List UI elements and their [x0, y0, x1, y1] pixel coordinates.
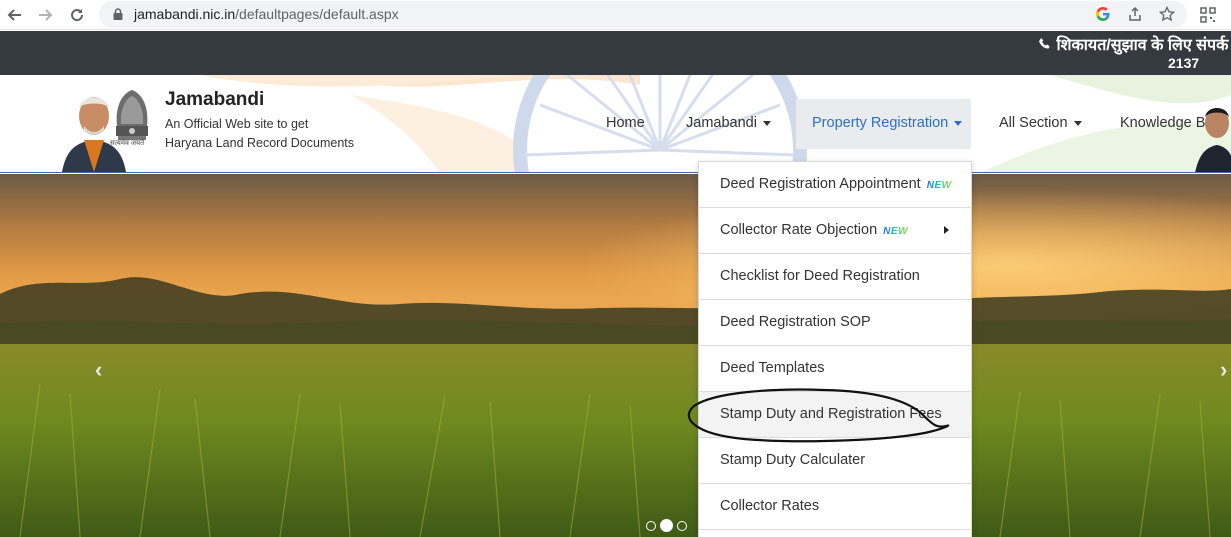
subtitle-line-2: Haryana Land Record Documents: [165, 136, 354, 150]
caret-down-icon: [954, 120, 963, 126]
official-photo: [1195, 108, 1231, 172]
url-text[interactable]: jamabandi.nic.in/defaultpages/default.as…: [134, 6, 399, 22]
hero-carousel: ‹ ›: [0, 174, 1231, 537]
caret-down-icon: [1073, 120, 1082, 126]
emblem-motto: सत्यमेव जयते: [110, 140, 145, 147]
qr-icon[interactable]: [1197, 4, 1219, 26]
new-badge: NEW: [883, 226, 909, 237]
dropdown-item-deed-registration-appointment[interactable]: Deed Registration Appointment NEW: [699, 162, 971, 208]
new-badge: NEW: [926, 180, 952, 191]
contact-number: 2137: [1168, 55, 1200, 71]
complaint-text: शिकायत/सुझाव के लिए संपर्क: [1056, 37, 1229, 54]
site-header: सत्यमेव जयते Jamabandi An Official Web s…: [0, 75, 1231, 173]
dropdown-item-stamp-duty-calculater[interactable]: Stamp Duty Calculater: [699, 438, 971, 484]
dropdown-item-collector-rate-objection[interactable]: Collector Rate Objection NEW: [699, 208, 971, 254]
carousel-next-icon[interactable]: ›: [1220, 357, 1227, 383]
dropdown-item-label: Deed Registration Appointment NEW: [720, 176, 952, 192]
forward-icon[interactable]: [33, 3, 57, 27]
carousel-dot-1[interactable]: [646, 520, 656, 531]
carousel-indicators: [646, 519, 687, 532]
dropdown-item-deed-templates[interactable]: Deed Templates: [699, 346, 971, 392]
caret-right-icon: [944, 226, 949, 234]
url-domain: jamabandi.nic.in: [134, 6, 236, 22]
site-title[interactable]: Jamabandi: [165, 89, 264, 111]
dropdown-item-checklist[interactable]: Checklist for Deed Registration: [699, 254, 971, 300]
complaint-contact[interactable]: शिकायत/सुझाव के लिए संपर्क: [1038, 33, 1228, 55]
dropdown-item-text: Collector Rate Objection: [720, 222, 878, 238]
dropdown-item-label: Collector Rate Objection NEW: [720, 222, 908, 238]
dropdown-item-collector-rates[interactable]: Collector Rates: [699, 484, 971, 530]
dropdown-item-deed-registration-sop[interactable]: Deed Registration SOP: [699, 300, 971, 346]
dropdown-item-label: Collector Rates: [720, 498, 820, 514]
subtitle-line-1: An Official Web site to get: [165, 117, 309, 131]
back-icon[interactable]: [3, 3, 27, 27]
nav-all-section[interactable]: All Section: [999, 115, 1082, 131]
lock-icon[interactable]: [113, 8, 123, 20]
nav-all-section-label: All Section: [999, 115, 1068, 131]
hero-image: [0, 174, 1231, 537]
carousel-prev-icon[interactable]: ‹: [95, 357, 102, 383]
dropdown-item-text: Deed Registration Appointment: [720, 176, 921, 192]
dropdown-item-label: Checklist for Deed Registration: [720, 268, 920, 284]
nav-jamabandi[interactable]: Jamabandi: [686, 115, 771, 131]
caret-down-icon: [762, 120, 771, 126]
carousel-dot-2[interactable]: [660, 519, 673, 532]
phone-icon: [1039, 38, 1050, 49]
share-icon[interactable]: [1124, 3, 1146, 25]
nav-property-registration-label[interactable]: Property Registration: [812, 115, 963, 131]
property-registration-text: Property Registration: [812, 115, 949, 131]
dropdown-item-label: Deed Registration SOP: [720, 314, 871, 330]
carousel-dot-3[interactable]: [677, 520, 687, 531]
reload-icon[interactable]: [65, 3, 89, 27]
google-icon[interactable]: [1092, 3, 1114, 25]
site-subtitle: An Official Web site to get Haryana Land…: [165, 115, 354, 153]
marquee-bar: शिकायत/सुझाव के लिए संपर्क 2137: [0, 31, 1231, 75]
nav-jamabandi-label: Jamabandi: [686, 115, 757, 131]
dropdown-item-label: Stamp Duty Calculater: [720, 452, 866, 468]
state-emblem: [116, 90, 148, 140]
nav-home[interactable]: Home: [606, 115, 645, 131]
dropdown-item-stamp-duty-fees[interactable]: Stamp Duty and Registration Fees: [699, 392, 971, 438]
dropdown-item-label: Stamp Duty and Registration Fees: [720, 406, 942, 422]
browser-toolbar: jamabandi.nic.in/defaultpages/default.as…: [0, 0, 1231, 30]
url-path: /defaultpages/default.aspx: [235, 6, 399, 22]
star-icon[interactable]: [1156, 3, 1178, 25]
property-registration-dropdown: Deed Registration Appointment NEW Collect…: [698, 161, 972, 537]
address-bar[interactable]: jamabandi.nic.in/defaultpages/default.as…: [99, 1, 1187, 28]
dropdown-item-label: Deed Templates: [720, 360, 825, 376]
